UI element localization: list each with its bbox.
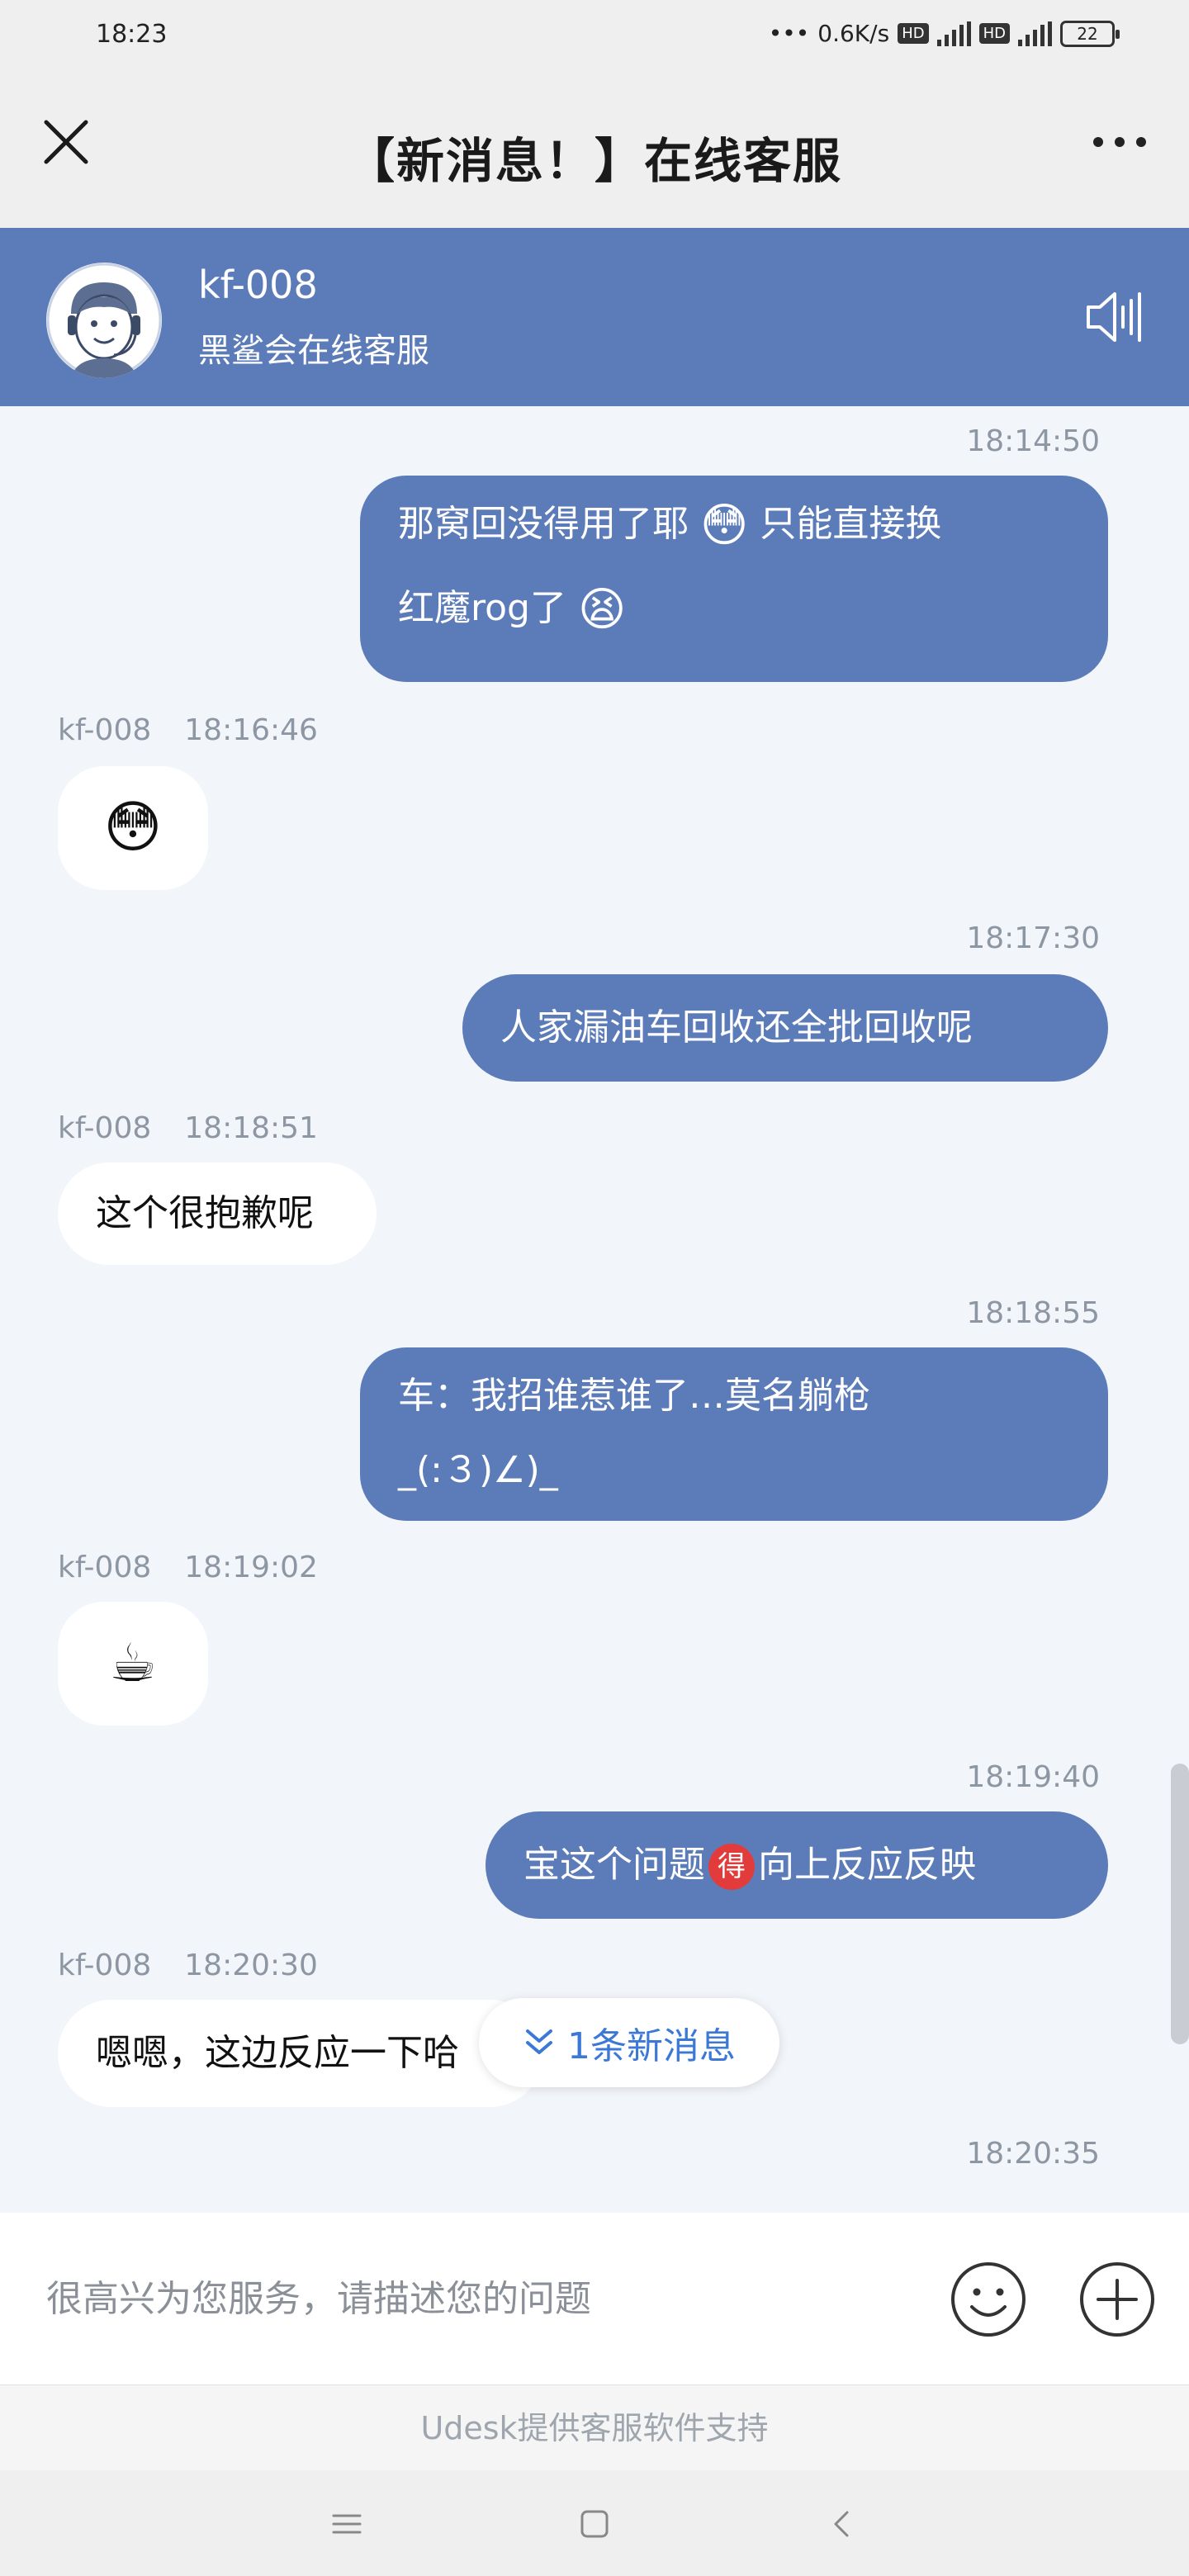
powered-by-footer: Udesk提供客服软件支持 xyxy=(0,2384,1189,2470)
status-dots: ••• xyxy=(768,20,810,47)
message-time: 18:18:51 xyxy=(184,1111,318,1145)
scrollbar-thumb[interactable] xyxy=(1171,1764,1189,2044)
message-time: 18:20:35 xyxy=(966,2137,1100,2171)
signal-icon-2 xyxy=(1018,21,1052,46)
menu-button[interactable] xyxy=(314,2495,380,2553)
agent-header: kf-008 黑鲨会在线客服 xyxy=(0,228,1189,406)
message-text: 这个很抱歉呢 xyxy=(96,1192,314,1234)
message-text: 只能直接换 xyxy=(760,503,942,545)
message-meta: kf-008 18:18:51 xyxy=(58,1111,318,1145)
home-button[interactable] xyxy=(561,2495,628,2553)
message-line: 红魔rog了 😫 xyxy=(398,566,1070,651)
double-chevron-down-icon xyxy=(526,2029,552,2054)
message-text: 红魔rog了 xyxy=(398,587,566,629)
message-bubble-mine[interactable]: 车：我招谁惹谁了…莫名躺枪 _(:３)∠)_ xyxy=(360,1347,1108,1521)
battery-icon: 22 xyxy=(1060,20,1120,47)
message-bubble-mine[interactable]: 宝这个问题得向上反应反映 xyxy=(486,1811,1108,1919)
sound-button[interactable] xyxy=(1083,286,1146,348)
coffee-emoji-icon: ☕ xyxy=(109,1633,157,1694)
message-bubble-theirs[interactable]: ☕ xyxy=(58,1602,208,1726)
message-input[interactable] xyxy=(46,2257,905,2340)
system-nav-bar xyxy=(0,2470,1189,2576)
message-bubble-mine[interactable]: 那窝回没得用了耶 😳 只能直接换 红魔rog了 😫 xyxy=(360,476,1108,682)
agent-description: 黑鲨会在线客服 xyxy=(198,332,429,370)
hd-badge: HD xyxy=(898,23,929,44)
message-time: 18:19:02 xyxy=(184,1551,318,1584)
message-text: 车：我招谁惹谁了…莫名躺枪 xyxy=(398,1375,870,1417)
message-time: 18:18:55 xyxy=(966,1296,1100,1330)
message-time: 18:19:40 xyxy=(966,1760,1100,1794)
more-horizontal-icon xyxy=(1093,137,1146,147)
message-time: 18:14:50 xyxy=(966,424,1100,458)
signal-icon xyxy=(936,21,971,46)
avatar xyxy=(46,263,162,378)
network-speed: 0.6K/s xyxy=(817,20,890,47)
add-attachment-button[interactable] xyxy=(1078,2261,1156,2338)
message-bubble-theirs[interactable]: 这个很抱歉呢 xyxy=(58,1163,377,1265)
sender-name: kf-008 xyxy=(58,1551,152,1584)
message-text: 人家漏油车回收还全批回收呢 xyxy=(500,1006,973,1049)
flushed-emoji-icon: 😳 xyxy=(103,795,163,860)
status-bar: 18:23 ••• 0.6K/s HD HD 22 xyxy=(0,0,1189,79)
message-meta: kf-008 18:20:30 xyxy=(58,1949,318,1982)
message-bubble-theirs[interactable]: 嗯嗯，这边反应一下哈 xyxy=(58,2000,543,2107)
menu-icon xyxy=(332,2514,362,2534)
back-chevron-icon xyxy=(834,2511,849,2537)
sender-name: kf-008 xyxy=(58,1949,152,1982)
sender-name: kf-008 xyxy=(58,713,152,747)
message-meta: kf-008 18:16:46 xyxy=(58,713,318,747)
smiley-icon xyxy=(951,2262,1026,2337)
chat-area[interactable]: 18:14:50 那窝回没得用了耶 😳 只能直接换 红魔rog了 😫 kf-00… xyxy=(0,406,1189,2213)
message-time: 18:20:30 xyxy=(184,1949,318,1982)
agent-name: kf-008 xyxy=(198,263,318,307)
message-bubble-mine[interactable]: 人家漏油车回收还全批回收呢 xyxy=(462,974,1108,1082)
page-title: 【新消息！】在线客服 xyxy=(346,133,842,189)
flushed-emoji-icon: 😳 xyxy=(700,499,749,552)
back-button[interactable] xyxy=(809,2495,875,2553)
battery-level: 22 xyxy=(1077,23,1098,44)
new-message-label: 1条新消息 xyxy=(567,2025,736,2067)
speaker-icon xyxy=(1087,292,1141,342)
message-line: 那窝回没得用了耶 😳 只能直接换 xyxy=(398,482,1070,566)
hd-badge-2: HD xyxy=(978,23,1010,44)
plus-circle-icon xyxy=(1080,2262,1154,2337)
more-button[interactable] xyxy=(1080,112,1159,172)
message-meta: kf-008 18:19:02 xyxy=(58,1551,318,1584)
square-home-icon xyxy=(580,2510,609,2538)
message-text: 向上反应反映 xyxy=(758,1844,976,1886)
message-time: 18:16:46 xyxy=(184,713,318,747)
input-bar xyxy=(0,2213,1189,2384)
message-text: 宝这个问题 xyxy=(523,1844,705,1886)
message-time: 18:17:30 xyxy=(966,921,1100,955)
agent-avatar-icon xyxy=(46,263,162,378)
message-text: 那窝回没得用了耶 xyxy=(398,503,689,545)
message-text: _(:３)∠)_ xyxy=(398,1449,558,1491)
message-text: 嗯嗯，这边反应一下哈 xyxy=(96,2032,459,2074)
sender-name: kf-008 xyxy=(58,1111,152,1145)
status-time: 18:23 xyxy=(96,20,168,49)
tired-face-emoji-icon: 😫 xyxy=(577,583,627,637)
new-message-button[interactable]: 1条新消息 xyxy=(479,1998,779,2087)
nav-bar: 【新消息！】在线客服 xyxy=(0,79,1189,228)
de-badge-icon: 得 xyxy=(708,1844,755,1890)
emoji-button[interactable] xyxy=(950,2261,1027,2338)
message-bubble-theirs[interactable]: 😳 xyxy=(58,766,208,890)
status-indicators: ••• 0.6K/s HD HD 22 xyxy=(768,20,1120,47)
